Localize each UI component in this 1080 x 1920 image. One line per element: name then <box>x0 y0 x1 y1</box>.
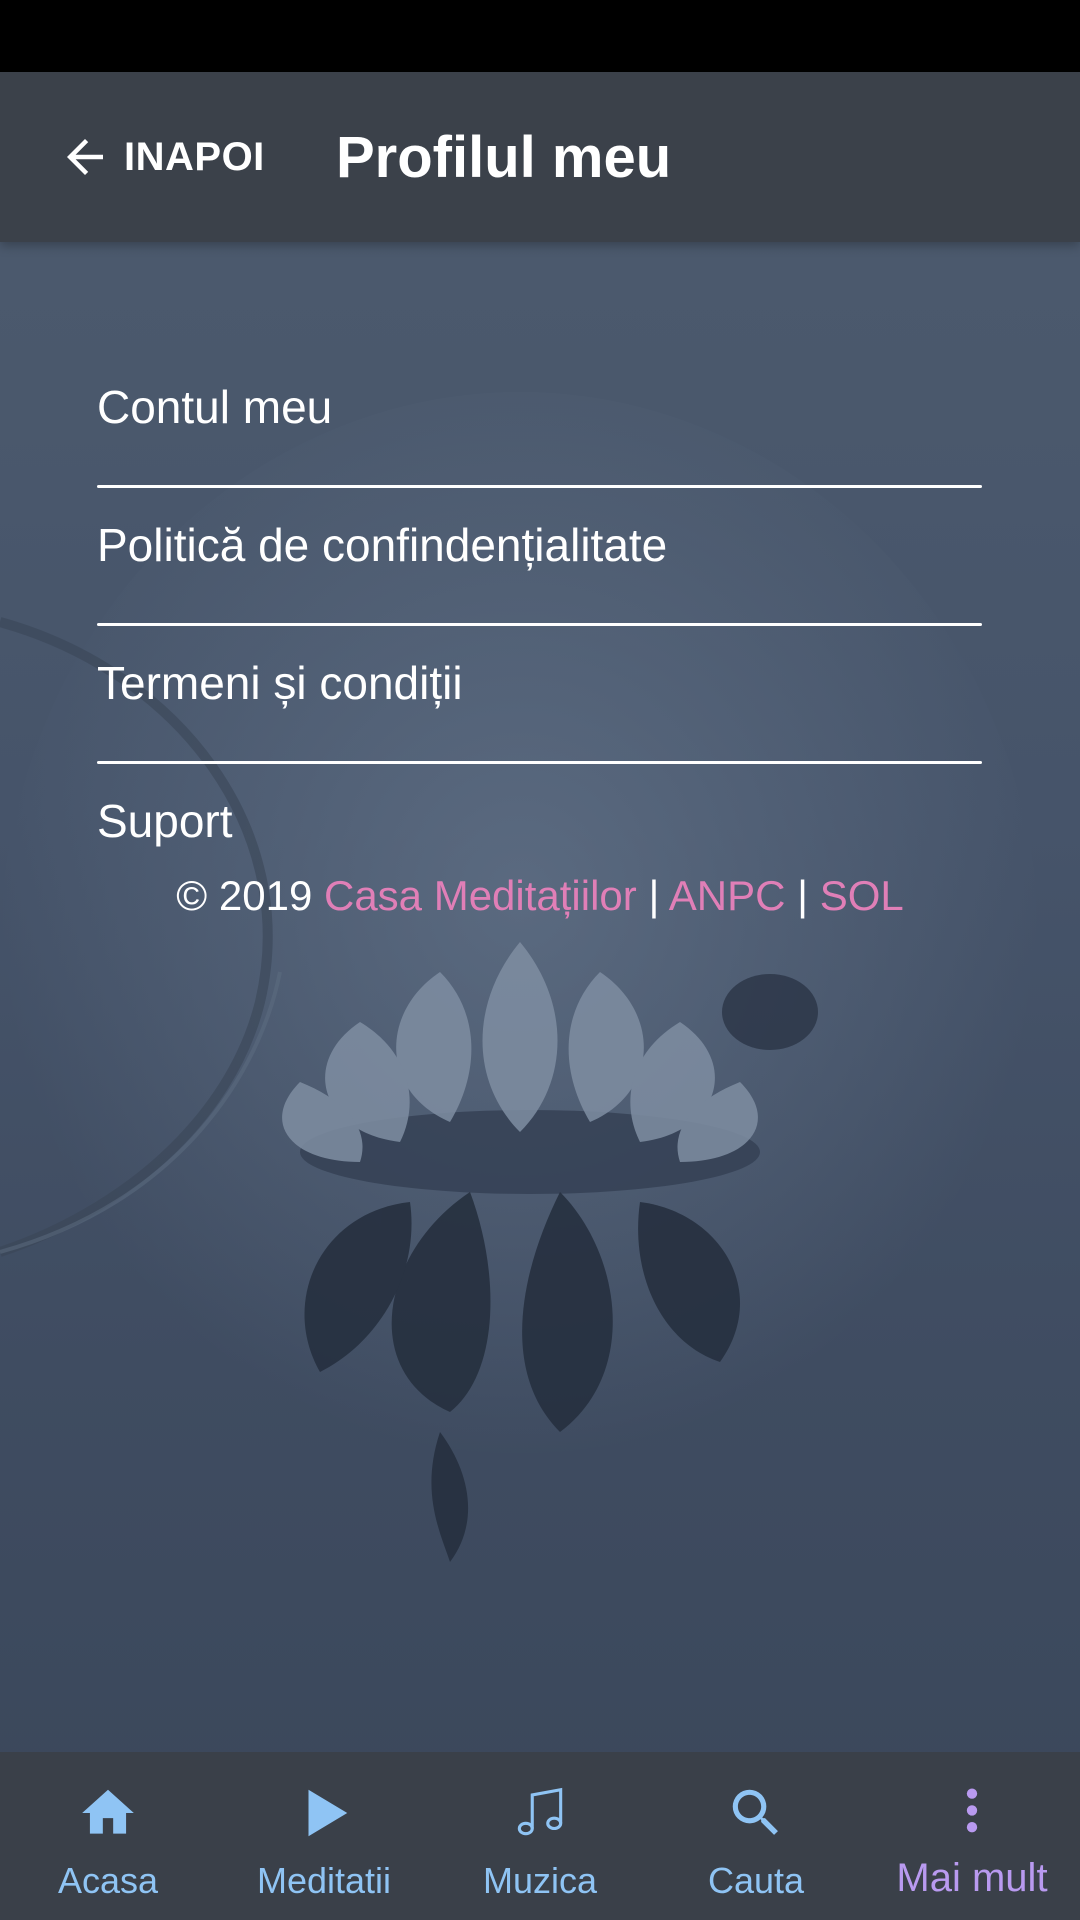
anpc-link[interactable]: ANPC <box>669 872 786 919</box>
search-icon <box>725 1782 787 1844</box>
music-note-icon <box>509 1782 571 1844</box>
arrow-left-icon <box>67 139 103 175</box>
back-button-label: INAPOI <box>124 134 265 179</box>
nav-item-meditatii[interactable]: Meditatii <box>216 1752 432 1920</box>
nav-item-acasa[interactable]: Acasa <box>0 1752 216 1920</box>
nav-item-cauta[interactable]: Cauta <box>648 1752 864 1920</box>
nav-label: Meditatii <box>256 1860 392 1901</box>
casa-meditatiilor-link[interactable]: Casa Meditațiilor <box>324 872 637 919</box>
nav-label: Mai mult <box>896 1856 1048 1900</box>
nav-label: Acasa <box>57 1860 159 1901</box>
menu-item-label: Termeni și condiții <box>97 657 463 709</box>
status-bar <box>0 0 1080 72</box>
app-screen: INAPOI Profilul meu Contul meu Politică … <box>0 72 1080 1920</box>
bottom-navigation: Acasa Meditatii Muzica Cauta Mai mult <box>0 1752 1080 1920</box>
menu-item-label: Suport <box>97 795 233 847</box>
menu-item-contul-meu[interactable]: Contul meu <box>97 350 982 488</box>
nav-item-mai-mult[interactable]: Mai mult <box>864 1752 1080 1920</box>
nav-label: Cauta <box>707 1860 805 1901</box>
more-vertical-icon <box>941 1782 1003 1844</box>
play-icon <box>293 1782 355 1844</box>
menu-item-label: Contul meu <box>97 381 333 433</box>
copyright-footer: © 2019 Casa Meditațiilor | ANPC | SOL <box>0 872 1080 920</box>
copyright-text: © 2019 <box>176 872 313 919</box>
separator: | <box>648 872 660 919</box>
app-header: INAPOI Profilul meu <box>0 72 1080 242</box>
sol-link[interactable]: SOL <box>820 872 904 919</box>
menu-item-label: Politică de confindențialitate <box>97 519 668 571</box>
profile-menu: Contul meu Politică de confindențialitat… <box>97 350 982 902</box>
nav-item-muzica[interactable]: Muzica <box>432 1752 648 1920</box>
menu-item-privacy-policy[interactable]: Politică de confindențialitate <box>97 488 982 626</box>
back-button[interactable]: INAPOI <box>58 122 265 192</box>
home-icon <box>77 1782 139 1844</box>
nav-label: Muzica <box>482 1860 598 1901</box>
separator: | <box>797 872 809 919</box>
menu-item-terms[interactable]: Termeni și condiții <box>97 626 982 764</box>
page-title: Profilul meu <box>336 124 672 190</box>
